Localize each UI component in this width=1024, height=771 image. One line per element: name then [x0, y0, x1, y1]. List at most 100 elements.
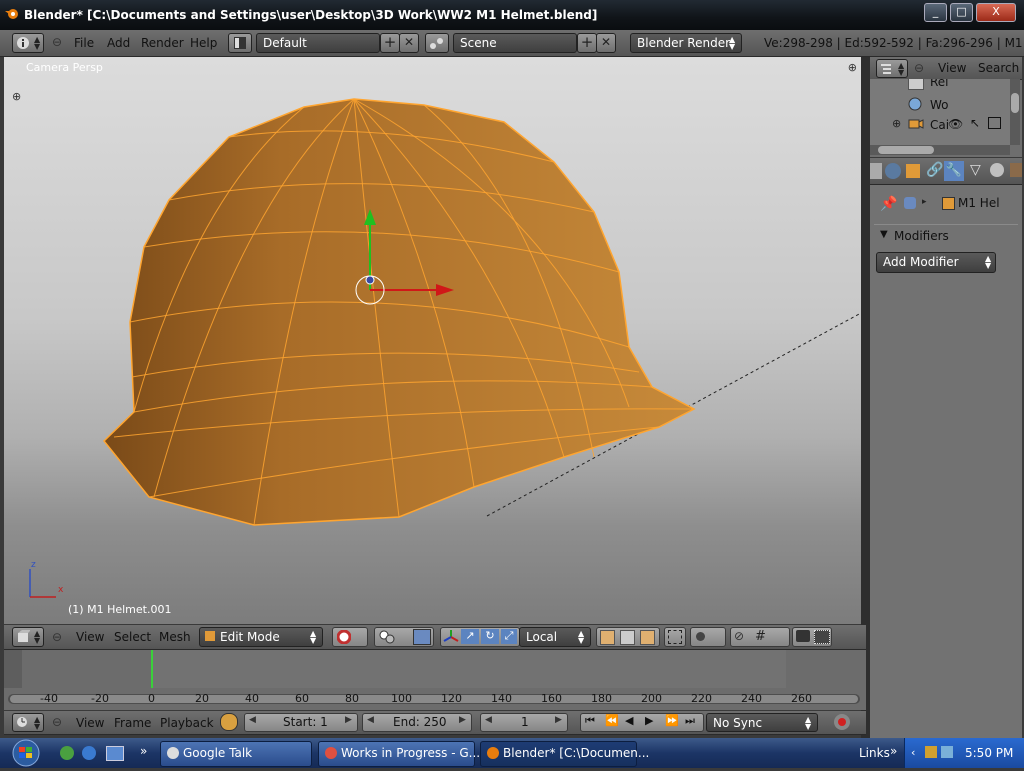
- tab-world[interactable]: [885, 163, 901, 179]
- timeline-menu-view[interactable]: View: [76, 716, 104, 730]
- outliner-scrollbar[interactable]: [1010, 79, 1020, 145]
- transform-orientation-dropdown[interactable]: Local ▲ ▼: [519, 627, 591, 647]
- rotate-manipulator-icon[interactable]: ↻: [481, 629, 499, 644]
- links-more-icon[interactable]: »: [890, 744, 897, 758]
- start-button[interactable]: [4, 738, 48, 768]
- outliner-editor-type[interactable]: ▲ ▼: [876, 59, 908, 78]
- tray-volume-icon[interactable]: [941, 746, 953, 758]
- render-animation-icon[interactable]: [814, 630, 830, 644]
- proportional-editing-dropdown[interactable]: [690, 627, 726, 647]
- jump-end-icon[interactable]: ⏭: [685, 714, 695, 728]
- add-modifier-dropdown[interactable]: Add Modifier ▲ ▼: [876, 252, 996, 273]
- current-frame-field[interactable]: ◀ 1 ▶: [480, 713, 568, 732]
- viewport-editor-type[interactable]: ▲ ▼: [12, 627, 44, 647]
- timeline-collapse-icon[interactable]: ⊖: [52, 715, 62, 729]
- links-toolbar[interactable]: Links: [859, 746, 890, 760]
- task-chrome[interactable]: Works in Progress - G...: [318, 741, 480, 767]
- outliner-item[interactable]: ⊕ Cai 👁 ↖: [870, 116, 1010, 134]
- timeline-editor-type[interactable]: ▲ ▼: [12, 713, 44, 732]
- tab-render[interactable]: [870, 163, 882, 179]
- viewport-menu-mesh[interactable]: Mesh: [159, 630, 191, 644]
- quicklaunch-media-icon[interactable]: [82, 746, 96, 760]
- visibility-eye-icon[interactable]: 👁: [948, 117, 963, 131]
- viewport-collapse-icon[interactable]: ⊖: [52, 630, 62, 644]
- tab-texture[interactable]: [1010, 163, 1022, 177]
- screen-layout-icon[interactable]: [228, 33, 252, 53]
- pin-icon[interactable]: 📌: [880, 196, 897, 212]
- timeline-menu-frame[interactable]: Frame: [114, 716, 151, 730]
- selectable-cursor-icon[interactable]: ↖: [970, 116, 980, 130]
- screen-layout-field[interactable]: Default: [256, 33, 380, 53]
- tab-constraints[interactable]: 🔗: [926, 162, 943, 178]
- scene-field[interactable]: Scene: [453, 33, 577, 53]
- prev-keyframe-icon[interactable]: ⏪: [605, 714, 619, 727]
- task-blender[interactable]: Blender* [C:\Documen...: [480, 741, 649, 767]
- outliner-item[interactable]: Wo: [870, 96, 1010, 114]
- tab-modifiers-wrench-icon[interactable]: 🔧: [944, 161, 964, 181]
- snap-magnet-icon[interactable]: ⊘: [734, 629, 744, 643]
- increment-arrow-icon[interactable]: ▶: [345, 715, 352, 725]
- start-frame-field[interactable]: ◀ Start: 1 ▶: [244, 713, 358, 732]
- editor-type-button[interactable]: ▲ ▼: [12, 33, 44, 53]
- menu-render[interactable]: Render: [141, 36, 184, 50]
- expand-icon[interactable]: ⊕: [892, 117, 901, 130]
- vertex-select-icon[interactable]: [600, 630, 615, 645]
- limit-selection-icon[interactable]: [664, 627, 686, 647]
- decrement-arrow-icon[interactable]: ◀: [249, 715, 256, 725]
- render-engine-dropdown[interactable]: Blender Render ▲ ▼: [630, 33, 742, 53]
- decrement-arrow-icon[interactable]: ◀: [367, 715, 374, 725]
- outliner-collapse-icon[interactable]: ⊖: [914, 61, 924, 75]
- modifiers-panel-header[interactable]: ▼ Modifiers: [874, 224, 1018, 247]
- scale-manipulator-icon[interactable]: ⤢: [501, 629, 517, 644]
- current-frame-marker[interactable]: [151, 650, 153, 688]
- render-toggle-icon[interactable]: [988, 117, 1001, 129]
- quicklaunch-more-icon[interactable]: »: [140, 744, 147, 758]
- outliner-menu-search[interactable]: Search: [978, 61, 1019, 75]
- menu-help[interactable]: Help: [190, 36, 217, 50]
- add-screen-button[interactable]: +: [380, 33, 400, 53]
- viewport-shading-dropdown[interactable]: [332, 627, 368, 647]
- record-button[interactable]: [834, 714, 850, 730]
- end-frame-field[interactable]: ◀ End: 250 ▶: [362, 713, 472, 732]
- remove-screen-button[interactable]: ✕: [399, 33, 419, 53]
- helmet-mesh[interactable]: [4, 57, 861, 624]
- outliner-item[interactable]: Rei: [870, 79, 1010, 93]
- menu-file[interactable]: File: [74, 36, 94, 50]
- keying-set-icon[interactable]: [220, 713, 238, 731]
- tab-object[interactable]: [906, 164, 920, 178]
- quicklaunch-desktop-icon[interactable]: [106, 746, 124, 761]
- tab-material[interactable]: [990, 163, 1004, 177]
- task-google-talk[interactable]: Google Talk: [160, 741, 312, 767]
- timeline[interactable]: [4, 650, 866, 710]
- add-scene-button[interactable]: +: [577, 33, 597, 53]
- minimize-button[interactable]: _: [924, 3, 947, 22]
- mode-dropdown[interactable]: Edit Mode ▲ ▼: [199, 627, 323, 647]
- viewport-menu-view[interactable]: View: [76, 630, 104, 644]
- proportional-edit-icon[interactable]: [413, 629, 431, 645]
- scene-icon[interactable]: [425, 33, 449, 53]
- sync-mode-dropdown[interactable]: No Sync ▲ ▼: [706, 713, 818, 732]
- increment-arrow-icon[interactable]: ▶: [459, 715, 466, 725]
- 3d-viewport[interactable]: Camera Persp ⊕ ⊕ z x (1) M1 Helmet.001: [4, 57, 861, 624]
- menu-add[interactable]: Add: [107, 36, 130, 50]
- edge-select-icon[interactable]: [620, 630, 635, 645]
- play-icon[interactable]: ▶: [645, 714, 653, 727]
- timeline-menu-playback[interactable]: Playback: [160, 716, 214, 730]
- face-select-icon[interactable]: [640, 630, 655, 645]
- close-button[interactable]: X: [976, 3, 1016, 22]
- decrement-arrow-icon[interactable]: ◀: [485, 715, 492, 725]
- outliner-hscrollbar[interactable]: [870, 145, 1010, 155]
- viewport-menu-select[interactable]: Select: [114, 630, 151, 644]
- render-image-icon[interactable]: [796, 630, 810, 642]
- translate-manipulator-icon[interactable]: ↗: [461, 629, 479, 644]
- collapse-icon[interactable]: ⊖: [52, 35, 62, 49]
- timeline-scrollbar[interactable]: [8, 694, 860, 704]
- increment-arrow-icon[interactable]: ▶: [555, 715, 562, 725]
- remove-scene-button[interactable]: ✕: [596, 33, 616, 53]
- tray-expand-icon[interactable]: ‹: [911, 746, 915, 759]
- outliner-menu-view[interactable]: View: [938, 61, 966, 75]
- tab-data-icon[interactable]: ▽: [970, 162, 981, 178]
- pivot-point-dropdown[interactable]: [374, 627, 434, 647]
- play-reverse-icon[interactable]: ◀: [625, 714, 633, 727]
- snap-grid-icon[interactable]: #: [755, 629, 766, 644]
